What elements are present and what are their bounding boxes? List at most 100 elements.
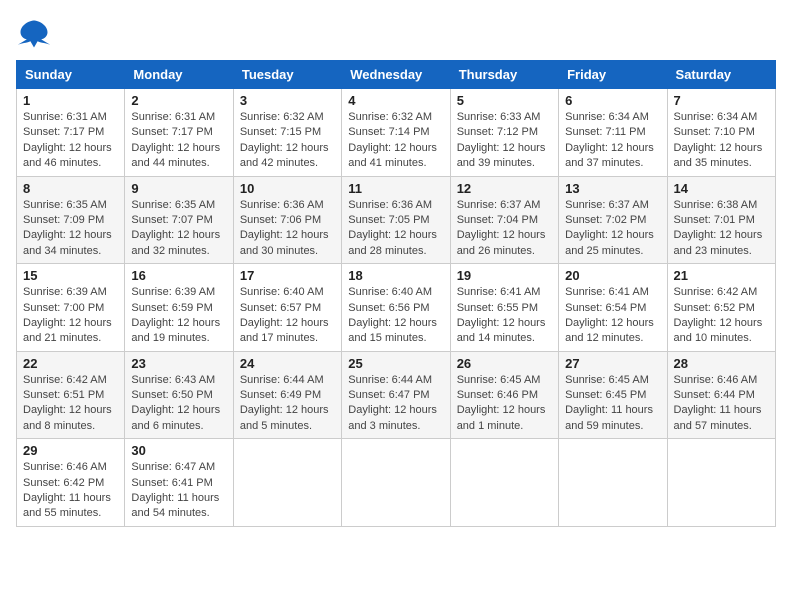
calendar-week: 1 Sunrise: 6:31 AMSunset: 7:17 PMDaylight… [17, 89, 776, 177]
calendar-day: 27 Sunrise: 6:45 AMSunset: 6:45 PMDayligh… [559, 351, 667, 439]
day-number: 27 [565, 356, 660, 371]
calendar-week: 22 Sunrise: 6:42 AMSunset: 6:51 PMDayligh… [17, 351, 776, 439]
day-number: 6 [565, 93, 660, 108]
calendar-day: 24 Sunrise: 6:44 AMSunset: 6:49 PMDayligh… [233, 351, 341, 439]
day-number: 12 [457, 181, 552, 196]
day-info: Sunrise: 6:35 AMSunset: 7:09 PMDaylight:… [23, 198, 118, 260]
calendar-day: 6 Sunrise: 6:34 AMSunset: 7:11 PMDaylight… [559, 89, 667, 177]
day-number: 24 [240, 356, 335, 371]
calendar-day [342, 439, 450, 527]
calendar-day: 10 Sunrise: 6:36 AMSunset: 7:06 PMDayligh… [233, 176, 341, 264]
day-number: 28 [674, 356, 769, 371]
day-info: Sunrise: 6:36 AMSunset: 7:06 PMDaylight:… [240, 198, 335, 260]
day-number: 11 [348, 181, 443, 196]
calendar-day: 7Sunrise: 6:34 AMSunset: 7:10 PMDaylight… [667, 89, 775, 177]
day-info: Sunrise: 6:42 AMSunset: 6:51 PMDaylight:… [23, 373, 118, 435]
weekday-header: Wednesday [342, 61, 450, 89]
calendar-day: 29 Sunrise: 6:46 AMSunset: 6:42 PMDayligh… [17, 439, 125, 527]
day-number: 15 [23, 268, 118, 283]
weekday-header: Tuesday [233, 61, 341, 89]
day-info: Sunrise: 6:42 AMSunset: 6:52 PMDaylight:… [674, 285, 769, 347]
weekday-header: Saturday [667, 61, 775, 89]
calendar-week: 8 Sunrise: 6:35 AMSunset: 7:09 PMDaylight… [17, 176, 776, 264]
day-number: 25 [348, 356, 443, 371]
calendar-day [233, 439, 341, 527]
day-info: Sunrise: 6:31 AMSunset: 7:17 PMDaylight:… [23, 110, 118, 172]
day-number: 20 [565, 268, 660, 283]
calendar-day: 15 Sunrise: 6:39 AMSunset: 7:00 PMDayligh… [17, 264, 125, 352]
day-info: Sunrise: 6:46 AMSunset: 6:42 PMDaylight:… [23, 460, 118, 522]
day-number: 4 [348, 93, 443, 108]
calendar-day: 8 Sunrise: 6:35 AMSunset: 7:09 PMDaylight… [17, 176, 125, 264]
calendar-day: 12 Sunrise: 6:37 AMSunset: 7:04 PMDayligh… [450, 176, 558, 264]
calendar-day: 13 Sunrise: 6:37 AMSunset: 7:02 PMDayligh… [559, 176, 667, 264]
calendar-day [450, 439, 558, 527]
calendar-table: SundayMondayTuesdayWednesdayThursdayFrid… [16, 60, 776, 527]
calendar-day: 1 Sunrise: 6:31 AMSunset: 7:17 PMDaylight… [17, 89, 125, 177]
weekday-header: Sunday [17, 61, 125, 89]
weekday-header: Thursday [450, 61, 558, 89]
day-info: Sunrise: 6:41 AMSunset: 6:55 PMDaylight:… [457, 285, 552, 347]
calendar-day: 20 Sunrise: 6:41 AMSunset: 6:54 PMDayligh… [559, 264, 667, 352]
day-number: 26 [457, 356, 552, 371]
day-number: 13 [565, 181, 660, 196]
calendar-day: 18Sunrise: 6:40 AMSunset: 6:56 PMDayligh… [342, 264, 450, 352]
day-info: Sunrise: 6:44 AMSunset: 6:49 PMDaylight:… [240, 373, 335, 435]
day-info: Sunrise: 6:39 AMSunset: 6:59 PMDaylight:… [131, 285, 226, 347]
day-number: 30 [131, 443, 226, 458]
day-number: 16 [131, 268, 226, 283]
calendar-day: 21 Sunrise: 6:42 AMSunset: 6:52 PMDayligh… [667, 264, 775, 352]
calendar-day: 17 Sunrise: 6:40 AMSunset: 6:57 PMDayligh… [233, 264, 341, 352]
day-number: 7 [674, 93, 769, 108]
day-info: Sunrise: 6:37 AMSunset: 7:02 PMDaylight:… [565, 198, 660, 260]
day-number: 17 [240, 268, 335, 283]
day-number: 23 [131, 356, 226, 371]
day-info: Sunrise: 6:37 AMSunset: 7:04 PMDaylight:… [457, 198, 552, 260]
day-number: 8 [23, 181, 118, 196]
day-info: Sunrise: 6:45 AMSunset: 6:46 PMDaylight:… [457, 373, 552, 435]
logo [16, 16, 56, 52]
day-info: Sunrise: 6:34 AMSunset: 7:11 PMDaylight:… [565, 110, 660, 172]
weekday-header: Friday [559, 61, 667, 89]
day-info: Sunrise: 6:31 AMSunset: 7:17 PMDaylight:… [131, 110, 226, 172]
day-number: 9 [131, 181, 226, 196]
calendar-day: 5 Sunrise: 6:33 AMSunset: 7:12 PMDaylight… [450, 89, 558, 177]
weekday-header-row: SundayMondayTuesdayWednesdayThursdayFrid… [17, 61, 776, 89]
day-number: 29 [23, 443, 118, 458]
day-info: Sunrise: 6:40 AMSunset: 6:57 PMDaylight:… [240, 285, 335, 347]
weekday-header: Monday [125, 61, 233, 89]
calendar-day: 14 Sunrise: 6:38 AMSunset: 7:01 PMDayligh… [667, 176, 775, 264]
day-number: 19 [457, 268, 552, 283]
day-info: Sunrise: 6:35 AMSunset: 7:07 PMDaylight:… [131, 198, 226, 260]
day-number: 10 [240, 181, 335, 196]
day-number: 14 [674, 181, 769, 196]
day-info: Sunrise: 6:45 AMSunset: 6:45 PMDaylight:… [565, 373, 660, 435]
day-number: 1 [23, 93, 118, 108]
calendar-day: 4Sunrise: 6:32 AMSunset: 7:14 PMDaylight… [342, 89, 450, 177]
calendar-day [559, 439, 667, 527]
day-info: Sunrise: 6:43 AMSunset: 6:50 PMDaylight:… [131, 373, 226, 435]
calendar-day: 2 Sunrise: 6:31 AMSunset: 7:17 PMDaylight… [125, 89, 233, 177]
calendar-day [667, 439, 775, 527]
day-info: Sunrise: 6:41 AMSunset: 6:54 PMDaylight:… [565, 285, 660, 347]
day-info: Sunrise: 6:38 AMSunset: 7:01 PMDaylight:… [674, 198, 769, 260]
calendar-day: 19 Sunrise: 6:41 AMSunset: 6:55 PMDayligh… [450, 264, 558, 352]
calendar-day: 16 Sunrise: 6:39 AMSunset: 6:59 PMDayligh… [125, 264, 233, 352]
calendar-day: 11Sunrise: 6:36 AMSunset: 7:05 PMDayligh… [342, 176, 450, 264]
day-number: 5 [457, 93, 552, 108]
day-info: Sunrise: 6:46 AMSunset: 6:44 PMDaylight:… [674, 373, 769, 435]
day-info: Sunrise: 6:44 AMSunset: 6:47 PMDaylight:… [348, 373, 443, 435]
calendar-week: 29 Sunrise: 6:46 AMSunset: 6:42 PMDayligh… [17, 439, 776, 527]
logo-icon [16, 16, 52, 52]
calendar-day: 30Sunrise: 6:47 AMSunset: 6:41 PMDayligh… [125, 439, 233, 527]
day-info: Sunrise: 6:40 AMSunset: 6:56 PMDaylight:… [348, 285, 443, 347]
day-number: 22 [23, 356, 118, 371]
calendar-week: 15 Sunrise: 6:39 AMSunset: 7:00 PMDayligh… [17, 264, 776, 352]
day-number: 21 [674, 268, 769, 283]
calendar-day: 9 Sunrise: 6:35 AMSunset: 7:07 PMDaylight… [125, 176, 233, 264]
day-info: Sunrise: 6:39 AMSunset: 7:00 PMDaylight:… [23, 285, 118, 347]
day-number: 2 [131, 93, 226, 108]
day-info: Sunrise: 6:33 AMSunset: 7:12 PMDaylight:… [457, 110, 552, 172]
page-header [16, 16, 776, 52]
calendar-day: 23 Sunrise: 6:43 AMSunset: 6:50 PMDayligh… [125, 351, 233, 439]
